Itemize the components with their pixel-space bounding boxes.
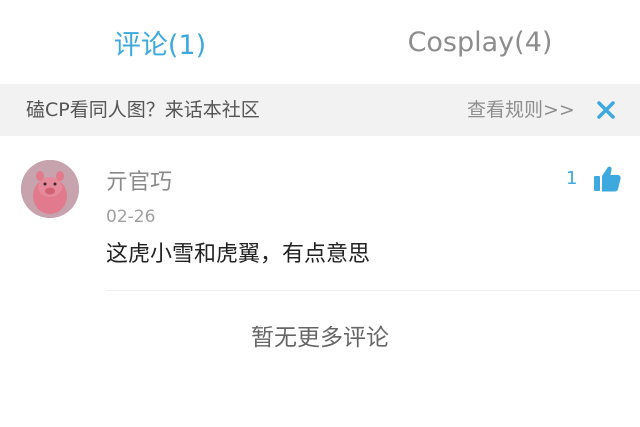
comment-text: 这虎小雪和虎翼，有点意思 [106,242,371,267]
avatar[interactable] [21,160,79,218]
like-count: 1 [566,168,578,189]
no-more-comments: 暂无更多评论 [251,325,389,351]
community-banner: 磕CP看同人图？来话本社区 查看规则>> [0,84,640,136]
view-rules-link[interactable]: 查看规则>> [467,84,575,136]
comment-username[interactable]: 亓官巧 [106,164,172,196]
comment-date: 02-26 [106,207,156,227]
comment-item: 亓官巧 02-26 这虎小雪和虎翼，有点意思 1 [0,136,640,290]
tab-comments-label: 评论(1) [113,29,207,61]
banner-text: 磕CP看同人图？来话本社区 [26,99,260,121]
thumbs-up-icon[interactable] [592,164,622,194]
avatar-image [21,160,79,218]
divider [106,290,640,291]
tab-bar: 评论(1) Cosplay(4) [0,0,640,84]
close-icon[interactable] [594,98,618,122]
tab-comments[interactable]: 评论(1) [0,0,320,84]
tab-cosplay[interactable]: Cosplay(4) [320,0,640,84]
tab-cosplay-label: Cosplay(4) [407,26,553,58]
